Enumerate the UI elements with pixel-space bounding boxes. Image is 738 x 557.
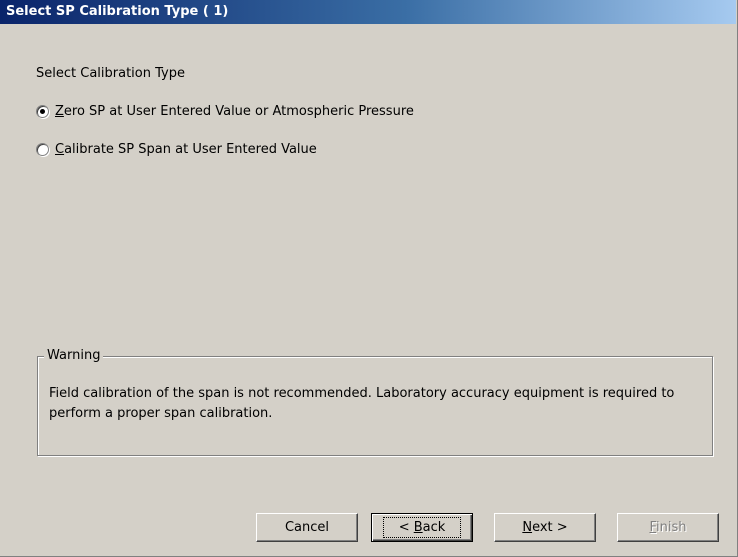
radio-zero-sp[interactable]: Zero SP at User Entered Value or Atmosph… xyxy=(36,104,414,119)
radio-button-icon[interactable] xyxy=(36,143,49,156)
cancel-button[interactable]: Cancel xyxy=(256,513,358,542)
radio-calibrate-span-label: Calibrate SP Span at User Entered Value xyxy=(55,142,317,157)
calibration-dialog: Select SP Calibration Type ( 1) Select C… xyxy=(0,0,738,557)
calibration-type-label: Select Calibration Type xyxy=(36,66,185,81)
warning-text: Field calibration of the span is not rec… xyxy=(49,386,675,421)
radio-button-selected-icon[interactable] xyxy=(36,105,49,118)
warning-title: Warning xyxy=(44,348,104,364)
warning-groupbox: Warning Field calibration of the span is… xyxy=(37,348,713,456)
finish-button[interactable]: Finish xyxy=(617,513,719,542)
back-button[interactable]: < Back xyxy=(371,513,473,542)
dialog-title: Select SP Calibration Type ( 1) xyxy=(6,4,229,19)
back-button-focus-rect: < Back xyxy=(382,517,462,538)
radio-zero-sp-label: Zero SP at User Entered Value or Atmosph… xyxy=(55,104,414,119)
radio-calibrate-span[interactable]: Calibrate SP Span at User Entered Value xyxy=(36,142,317,157)
next-button[interactable]: Next > xyxy=(494,513,596,542)
dialog-title-bar: Select SP Calibration Type ( 1) xyxy=(0,0,736,24)
